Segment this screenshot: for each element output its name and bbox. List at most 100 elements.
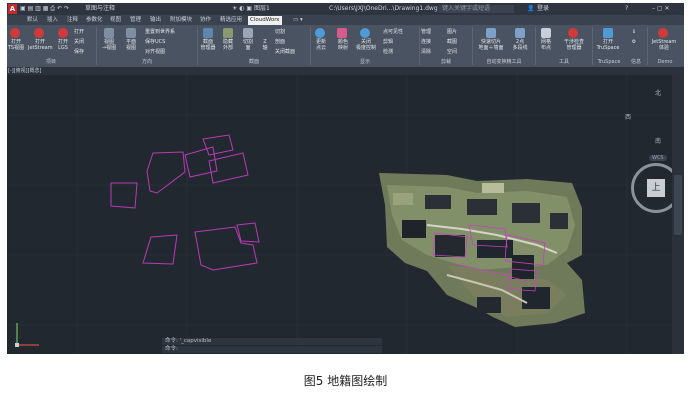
jetstream-demo-icon xyxy=(658,28,668,38)
picture-button[interactable]: 图片 xyxy=(447,29,469,35)
open-jetstream-button[interactable]: 打开 JetStream xyxy=(28,39,53,51)
clip-button[interactable]: 剪辑 xyxy=(383,39,419,45)
group-direction-label[interactable]: 方向 xyxy=(97,59,197,66)
save-ucs-button[interactable]: 保存UCS xyxy=(145,39,195,45)
tab-extra-icon[interactable]: ▭ ▾ xyxy=(291,16,305,25)
cut-button[interactable]: 切割 xyxy=(275,29,305,35)
screenshot-button[interactable]: 截图 xyxy=(447,39,469,45)
tab-addins[interactable]: 附加模块 xyxy=(168,16,194,25)
z-axis-button[interactable]: Z 轴 xyxy=(259,39,271,51)
close-section-button[interactable]: 关闭截面 xyxy=(275,49,309,55)
space-button[interactable]: 空间 xyxy=(447,49,469,55)
save-button[interactable]: 保存 xyxy=(74,49,96,55)
wcs-menu[interactable]: WCS xyxy=(649,155,667,161)
view-to-view-button[interactable]: 视图 →视图 xyxy=(98,39,120,51)
open-button[interactable]: 打开 xyxy=(74,29,96,35)
viewcube-south[interactable]: 南 xyxy=(655,136,661,145)
quick-slice-button[interactable]: 快速切片 地面＋墙面 xyxy=(473,39,509,51)
interference-icon xyxy=(568,28,578,38)
color-map-button[interactable]: 颜色 映射 xyxy=(332,39,354,51)
parcel xyxy=(146,151,186,194)
open-truspace-button[interactable]: 打开 TruSpace xyxy=(593,39,623,51)
plan-view-icon xyxy=(126,28,136,38)
update-pointcloud-button[interactable]: 更新 点云 xyxy=(310,39,332,51)
layer-dropdown[interactable]: ☀ ◐ ▣ 图层1 xyxy=(232,5,270,13)
settings-icon[interactable]: ⚙ xyxy=(629,39,639,45)
update-pointcloud-icon xyxy=(315,28,325,38)
group-demo-label[interactable]: Demo xyxy=(648,59,682,66)
section-button[interactable]: 剖面 xyxy=(275,39,305,45)
jetstream-demo-button[interactable]: JetStream 体验 xyxy=(648,39,680,51)
two-point-polyline-button[interactable]: 2点 多段线 xyxy=(509,39,531,51)
quick-access-toolbar[interactable]: ▣ ▤ ▥ ▦ ⎙ ↶ ↷ xyxy=(20,5,69,13)
parcel xyxy=(194,226,258,271)
section-manager-button[interactable]: 截面 管理器 xyxy=(197,39,219,51)
connect-button[interactable]: 连接 xyxy=(421,39,443,45)
tab-default[interactable]: 默认 xyxy=(25,16,40,25)
grid-points-button[interactable]: 网格 布点 xyxy=(536,39,556,51)
viewcube-north[interactable]: 北 xyxy=(655,88,661,97)
open-lgs-button[interactable]: 打开 LGS xyxy=(53,39,73,51)
title-bar: A ▣ ▤ ▥ ▦ ⎙ ↶ ↷ 草图与注释 ☀ ◐ ▣ 图层1 C:\Users… xyxy=(7,3,684,15)
group-display-label[interactable]: 显示 xyxy=(311,59,419,66)
user-icon[interactable]: 👤 xyxy=(527,5,534,13)
viewport-controls[interactable]: [-][俯视][概念] xyxy=(7,67,684,75)
group-truspace-label[interactable]: TruSpace xyxy=(593,59,625,66)
tab-cloudworx[interactable]: CloudWorx xyxy=(248,16,282,25)
search-input[interactable]: 键入关键字或短语 xyxy=(439,5,514,13)
manage-button[interactable]: 管理 xyxy=(421,29,443,35)
viewport-label[interactable]: [-][俯视][概念] xyxy=(7,68,42,74)
nav-bar-tools[interactable] xyxy=(674,175,682,235)
cut-plane-button[interactable]: 切割 面 xyxy=(238,39,258,51)
plan-view-button[interactable]: 平面 视图 xyxy=(121,39,141,51)
hide-exterior-button[interactable]: 隐藏 外部 xyxy=(218,39,238,51)
polyline-icon xyxy=(515,28,525,38)
autocad-logo[interactable]: A xyxy=(8,4,17,14)
close-limit-control-button[interactable]: 关闭 极度控制 xyxy=(352,39,380,51)
tab-featured-apps[interactable]: 精选应用 xyxy=(218,16,244,25)
inspect-button[interactable]: 检测 xyxy=(383,49,419,55)
help-button[interactable]: ? xyxy=(625,5,628,13)
tab-output[interactable]: 输出 xyxy=(148,16,163,25)
tab-manage[interactable]: 管理 xyxy=(128,16,143,25)
grid-icon xyxy=(541,28,551,38)
ribbon-panel: 打开 TS视图 打开 JetStream 打开 LGS 打开 关闭 保存 项目 … xyxy=(7,25,684,67)
view-to-view-icon xyxy=(104,28,114,38)
command-input[interactable]: 命令: xyxy=(162,346,382,353)
tab-insert[interactable]: 插入 xyxy=(45,16,60,25)
info-icon[interactable]: ℹ xyxy=(629,29,639,35)
cadastral-parcels xyxy=(110,134,260,271)
navigation-bar[interactable] xyxy=(672,75,684,354)
ucs-icon xyxy=(15,323,39,347)
group-autotools-label[interactable]: 自动变换精工具 xyxy=(473,59,535,66)
group-tools-label[interactable]: 工具 xyxy=(536,59,592,66)
reset-to-world-button[interactable]: 重置到世界系 xyxy=(145,29,195,35)
truspace-icon xyxy=(603,28,613,38)
drawing-svg xyxy=(7,75,672,354)
quick-slice-icon xyxy=(486,28,496,38)
tab-parametric[interactable]: 参数化 xyxy=(84,16,105,25)
group-clip-label[interactable]: 剪裁 xyxy=(420,59,472,66)
group-project-label[interactable]: 项目 xyxy=(7,59,95,66)
tab-view[interactable]: 视图 xyxy=(108,16,123,25)
login-link[interactable]: 登录 xyxy=(537,5,549,13)
figure-caption: 图5 地籍图绘制 xyxy=(303,374,388,388)
align-view-button[interactable]: 对齐视图 xyxy=(145,49,195,55)
group-section-label[interactable]: 截面 xyxy=(198,59,310,66)
interference-check-button[interactable]: 干涉检查 管理器 xyxy=(557,39,591,51)
hide-exterior-icon xyxy=(223,28,233,38)
drawing-canvas[interactable]: 上 xyxy=(7,75,681,354)
clear-button[interactable]: 清除 xyxy=(421,49,443,55)
point-visibility-button[interactable]: 点可见性 xyxy=(383,29,419,35)
viewcube-west[interactable]: 西 xyxy=(625,112,631,121)
group-info-label[interactable]: 信息 xyxy=(625,59,647,66)
parcel xyxy=(202,134,234,156)
close-button[interactable]: 关闭 xyxy=(74,39,96,45)
workspace-switch[interactable]: 草图与注释 xyxy=(85,5,115,13)
window-controls[interactable]: – ▢ ✕ xyxy=(652,5,670,13)
tab-collaborate[interactable]: 协作 xyxy=(198,16,213,25)
tab-annotate[interactable]: 注释 xyxy=(65,16,80,25)
command-line[interactable]: 命令: '_capvisible 命令: xyxy=(162,338,382,354)
viewcube-top-face[interactable]: 上 xyxy=(647,179,665,197)
open-ts-view-button[interactable]: 打开 TS视图 xyxy=(7,39,27,51)
